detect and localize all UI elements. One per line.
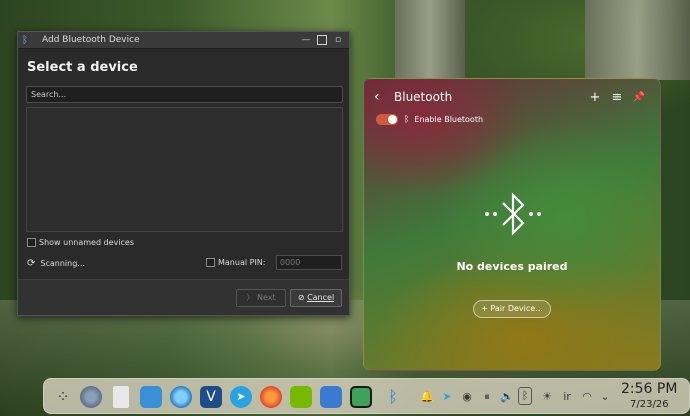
show-unnamed-devices-checkbox[interactable]: Show unnamed devices xyxy=(27,238,134,247)
volume-icon[interactable]: 🔈 xyxy=(500,390,514,403)
bluetooth-popup: ‹ Bluetooth + ≡ 📌 ᛒ Enable Bluetooth No … xyxy=(363,78,661,371)
clock-time[interactable]: 2:56 PM xyxy=(621,381,677,397)
manual-pin-label: Manual PIN: xyxy=(218,258,266,267)
bluetooth-icon: ᛒ xyxy=(404,114,410,125)
cancel-button[interactable]: ⊘ Cancel xyxy=(290,289,342,307)
folder-icon[interactable] xyxy=(140,386,162,408)
media-icon[interactable]: ⏸ xyxy=(480,390,494,404)
checkbox-icon[interactable] xyxy=(206,258,215,267)
clock-date[interactable]: 7/23/26 xyxy=(630,399,669,410)
pair-device-label: Pair Device... xyxy=(490,304,543,313)
dialog-title: Add Bluetooth Device xyxy=(42,35,140,45)
add-bluetooth-device-dialog: ᛒ Add Bluetooth Device — ▫ Select a devi… xyxy=(17,31,350,316)
no-devices-message: No devices paired xyxy=(456,260,568,273)
document-icon[interactable] xyxy=(113,386,129,408)
chevron-down-icon[interactable]: ⌄ xyxy=(598,390,612,403)
minimize-icon[interactable]: — xyxy=(299,35,313,45)
add-icon[interactable]: + xyxy=(584,90,606,105)
close-icon[interactable]: ▫ xyxy=(331,35,345,45)
firefox-icon[interactable] xyxy=(260,386,282,408)
popup-header: ‹ Bluetooth + ≡ 📌 xyxy=(374,88,650,106)
telegram-icon[interactable]: ➤ xyxy=(230,386,252,408)
app-launcher-icon[interactable]: ⁘ xyxy=(52,386,74,408)
bluetooth-icon[interactable]: ᛒ xyxy=(382,386,404,408)
device-list[interactable] xyxy=(26,107,343,232)
browser-icon[interactable] xyxy=(170,386,192,408)
virtualbox-icon[interactable] xyxy=(320,386,342,408)
pair-device-button[interactable]: + Pair Device... xyxy=(473,300,551,318)
bluetooth-large-icon xyxy=(485,192,541,236)
show-unnamed-label: Show unnamed devices xyxy=(39,238,135,247)
next-button[interactable]: 〉 Next xyxy=(236,289,286,307)
input-method-label[interactable]: ir xyxy=(560,390,574,403)
pin-input[interactable]: 0000 xyxy=(276,255,342,270)
dialog-heading: Select a device xyxy=(27,60,138,75)
scanning-label: Scanning... xyxy=(40,259,85,268)
popup-title: Bluetooth xyxy=(394,90,453,104)
brightness-icon[interactable]: ☀ xyxy=(540,390,554,403)
enable-bluetooth-label: Enable Bluetooth xyxy=(414,115,484,124)
next-arrow-icon: 〉 xyxy=(246,293,255,302)
taskbar: ⁘ V ➤ ᛒ 🔔 ➤ ◉ ⏸ 🔈 ᛒ ☀ ir ◠ ⌄ 2:56 PM 7/2… xyxy=(43,378,690,414)
dialog-footer: 〉 Next ⊘ Cancel xyxy=(18,279,349,315)
telegram-tray-icon[interactable]: ➤ xyxy=(440,390,454,403)
cancel-icon: ⊘ xyxy=(297,293,305,302)
sync-icon[interactable]: ◉ xyxy=(460,390,474,403)
bluetooth-icon: ᛒ xyxy=(22,34,28,46)
next-label: Next xyxy=(256,293,276,302)
refresh-icon: ⟳ xyxy=(27,258,36,269)
notification-icon[interactable]: 🔔 xyxy=(420,390,434,403)
plus-icon: + xyxy=(481,304,488,313)
dialog-titlebar[interactable]: ᛒ Add Bluetooth Device — ▫ xyxy=(18,32,349,49)
enable-bluetooth-row[interactable]: ᛒ Enable Bluetooth xyxy=(376,114,483,125)
menu-icon[interactable]: ≡ xyxy=(606,90,628,105)
wallpaper-rock xyxy=(395,0,465,80)
device-search-input[interactable]: Search... xyxy=(26,86,343,103)
scanning-status: ⟳ Scanning... xyxy=(27,258,85,269)
back-icon[interactable]: ‹ xyxy=(374,89,390,105)
settings-icon[interactable] xyxy=(80,386,102,408)
bluetooth-tray-icon[interactable]: ᛒ xyxy=(518,387,532,405)
maximize-icon[interactable] xyxy=(317,35,327,45)
wifi-icon[interactable]: ◠ xyxy=(580,390,594,403)
checkbox-icon[interactable] xyxy=(27,238,36,247)
manual-pin-checkbox[interactable]: Manual PIN: xyxy=(206,258,265,267)
nvidia-icon[interactable] xyxy=(290,386,312,408)
enable-bluetooth-toggle[interactable] xyxy=(376,114,398,125)
spreadsheet-icon[interactable] xyxy=(350,386,372,408)
wallpaper-rock xyxy=(585,0,690,80)
vivaldi-icon[interactable]: V xyxy=(200,386,222,408)
pin-icon[interactable]: 📌 xyxy=(628,92,650,103)
cancel-label: Cancel xyxy=(307,293,335,302)
